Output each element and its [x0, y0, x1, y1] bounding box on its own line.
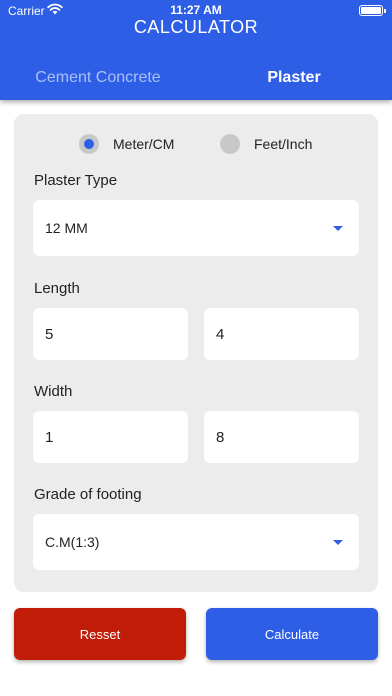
tab-cement-concrete[interactable]: Cement Concrete — [0, 55, 196, 100]
length-label: Length — [34, 280, 80, 297]
width-label: Width — [34, 383, 73, 400]
radio-meter-cm[interactable]: Meter/CM — [79, 132, 174, 156]
radio-feet-inch-label: Feet/Inch — [254, 136, 313, 152]
tab-plaster[interactable]: Plaster — [196, 55, 392, 100]
grade-dropdown[interactable]: C.M(1:3) — [33, 514, 359, 570]
reset-button[interactable]: Resset — [14, 608, 186, 660]
tab-bar: Cement Concrete Plaster — [0, 55, 392, 100]
width-meter-input[interactable] — [33, 411, 188, 463]
grade-value: C.M(1:3) — [45, 534, 100, 550]
unit-selector: Meter/CM Feet/Inch — [14, 132, 378, 156]
length-meter-input[interactable] — [33, 308, 188, 360]
dropdown-arrow-icon — [333, 540, 343, 545]
app-header: Carrier 11:27 AM CALCULATOR Cement Concr… — [0, 0, 392, 100]
plaster-type-dropdown[interactable]: 12 MM — [33, 200, 359, 256]
length-cm-input[interactable] — [204, 308, 359, 360]
grade-label: Grade of footing — [34, 486, 142, 503]
status-time: 11:27 AM — [170, 3, 222, 17]
page-title: CALCULATOR — [133, 17, 259, 37]
radio-feet-inch[interactable]: Feet/Inch — [220, 132, 312, 156]
width-cm-input[interactable] — [204, 411, 359, 463]
radio-selected-icon — [79, 134, 99, 154]
form-card: Meter/CM Feet/Inch Plaster Type 12 MM Le… — [14, 114, 378, 592]
radio-meter-cm-label: Meter/CM — [113, 136, 175, 152]
calculate-button[interactable]: Calculate — [206, 608, 378, 660]
dropdown-arrow-icon — [333, 226, 343, 231]
radio-unselected-icon — [220, 134, 240, 154]
plaster-type-label: Plaster Type — [34, 172, 118, 189]
battery-icon — [359, 5, 386, 16]
plaster-type-value: 12 MM — [45, 220, 88, 236]
